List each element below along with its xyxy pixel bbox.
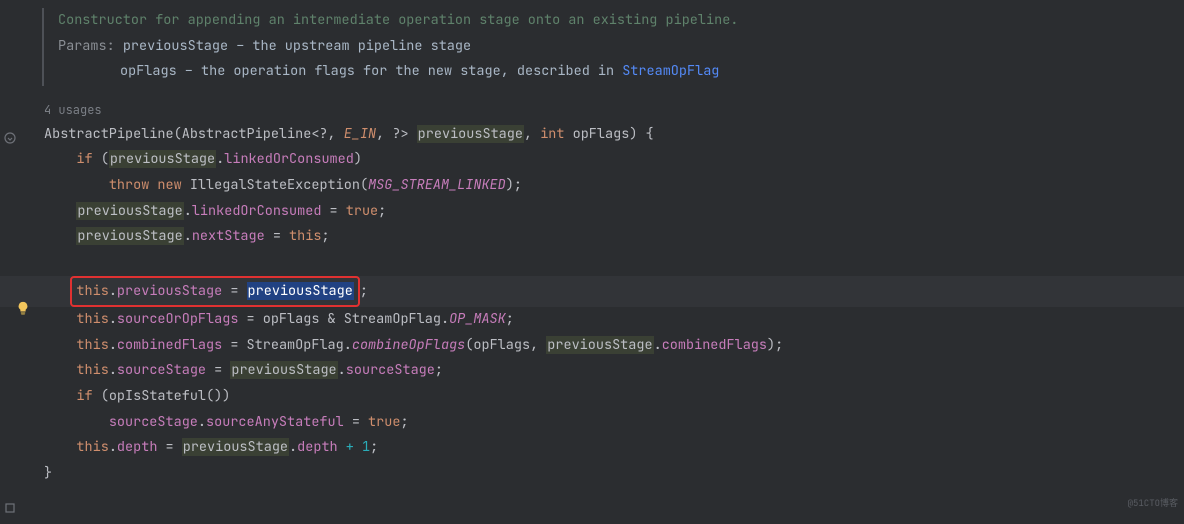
field-linkedOrConsumed: linkedOrConsumed <box>192 202 322 220</box>
code-line[interactable]: this.depth = previousStage.depth + 1; <box>0 435 1184 461</box>
ref-previousStage: previousStage <box>182 438 289 456</box>
code-line[interactable]: sourceStage.sourceAnyStateful = true; <box>0 410 1184 436</box>
field-sourceStage: sourceStage <box>117 361 206 379</box>
doc-link-streamopflag[interactable]: StreamOpFlag <box>622 62 719 80</box>
kw-this: this <box>76 310 108 328</box>
red-highlight-box: this.previousStage = previousStage <box>70 276 359 308</box>
ref-previousStage: previousStage <box>76 227 183 245</box>
kw-this: this <box>76 438 108 456</box>
type-ise: IllegalStateException <box>190 176 360 194</box>
gutter-icon-bottom[interactable] <box>4 498 16 524</box>
param-opFlags: opFlags <box>573 125 630 143</box>
code-line[interactable]: this.sourceOrOpFlags = opFlags & StreamO… <box>0 307 1184 333</box>
method-combineOpFlags: combineOpFlags <box>352 336 465 354</box>
param-desc-1: previousStage – the upstream pipeline st… <box>123 37 471 55</box>
code-editor[interactable]: Constructor for appending an intermediat… <box>0 0 1184 495</box>
field-sourceOrOpFlags: sourceOrOpFlags <box>117 310 239 328</box>
code-line-blank[interactable] <box>0 250 1184 276</box>
param-desc-2: opFlags – the operation flags for the ne… <box>120 62 622 80</box>
kw-this: this <box>76 336 108 354</box>
field-sourceStage: sourceStage <box>109 413 198 431</box>
selected-text: previousStage <box>247 282 354 300</box>
kw-throw: throw <box>109 176 150 194</box>
code-line-close[interactable]: } <box>0 461 1184 487</box>
constructor-name: AbstractPipeline <box>44 125 174 143</box>
ref-opFlags: opFlags <box>263 310 320 328</box>
const-msg: MSG_STREAM_LINKED <box>368 176 506 194</box>
field-linkedOrConsumed: linkedOrConsumed <box>224 150 354 168</box>
javadoc-summary: Constructor for appending an intermediat… <box>0 8 1184 34</box>
type-StreamOpFlag: StreamOpFlag <box>344 310 441 328</box>
type-param: E_IN <box>344 125 376 143</box>
field-sourceStage: sourceStage <box>346 361 435 379</box>
field-depth: depth <box>297 438 338 456</box>
javadoc-params: Params: previousStage – the upstream pip… <box>0 34 1184 60</box>
doc-gutter-line <box>42 8 44 86</box>
field-combinedFlags: combinedFlags <box>662 336 767 354</box>
intention-bulb-icon[interactable] <box>16 299 30 325</box>
code-line[interactable]: previousStage.nextStage = this; <box>0 224 1184 250</box>
watermark: @51CTO博客 <box>1128 495 1178 512</box>
code-line[interactable]: this.sourceStage = previousStage.sourceS… <box>0 358 1184 384</box>
kw-if: if <box>76 387 92 405</box>
literal-true: true <box>368 413 400 431</box>
override-gutter-icon[interactable] <box>4 128 16 154</box>
const-OP_MASK: OP_MASK <box>449 310 506 328</box>
code-line-signature[interactable]: AbstractPipeline(AbstractPipeline<?, E_I… <box>0 122 1184 148</box>
code-line[interactable]: previousStage.linkedOrConsumed = true; <box>0 199 1184 225</box>
code-line[interactable]: if (previousStage.linkedOrConsumed) <box>0 147 1184 173</box>
kw-new: new <box>157 176 181 194</box>
field-depth: depth <box>117 438 158 456</box>
type-StreamOpFlag: StreamOpFlag <box>247 336 344 354</box>
code-line-highlighted[interactable]: this.previousStage = previousStage; <box>0 276 1184 308</box>
ref-previousStage: previousStage <box>230 361 337 379</box>
ref-opFlags: opFlags <box>473 336 530 354</box>
field-combinedFlags: combinedFlags <box>117 336 222 354</box>
kw-if: if <box>76 150 92 168</box>
javadoc-param-2: opFlags – the operation flags for the ne… <box>0 59 1184 85</box>
param-type: AbstractPipeline <box>182 125 312 143</box>
field-sourceAnyStateful: sourceAnyStateful <box>206 413 344 431</box>
kw-int: int <box>540 125 564 143</box>
literal-true: true <box>346 202 378 220</box>
ref-previousStage: previousStage <box>109 150 216 168</box>
code-line[interactable]: this.combinedFlags = StreamOpFlag.combin… <box>0 333 1184 359</box>
code-line[interactable]: if (opIsStateful()) <box>0 384 1184 410</box>
kw-this: this <box>289 227 321 245</box>
params-label: Params: <box>58 37 115 55</box>
field-previousStage: previousStage <box>117 282 222 300</box>
kw-this: this <box>76 282 108 300</box>
method-opIsStateful: opIsStateful <box>109 387 206 405</box>
kw-this: this <box>76 361 108 379</box>
ref-previousStage: previousStage <box>76 202 183 220</box>
ref-previousStage: previousStage <box>546 336 653 354</box>
code-line[interactable]: throw new IllegalStateException(MSG_STRE… <box>0 173 1184 199</box>
param-previousStage: previousStage <box>417 125 524 143</box>
field-nextStage: nextStage <box>192 227 265 245</box>
usages-hint[interactable]: 4 usages <box>0 99 1184 122</box>
